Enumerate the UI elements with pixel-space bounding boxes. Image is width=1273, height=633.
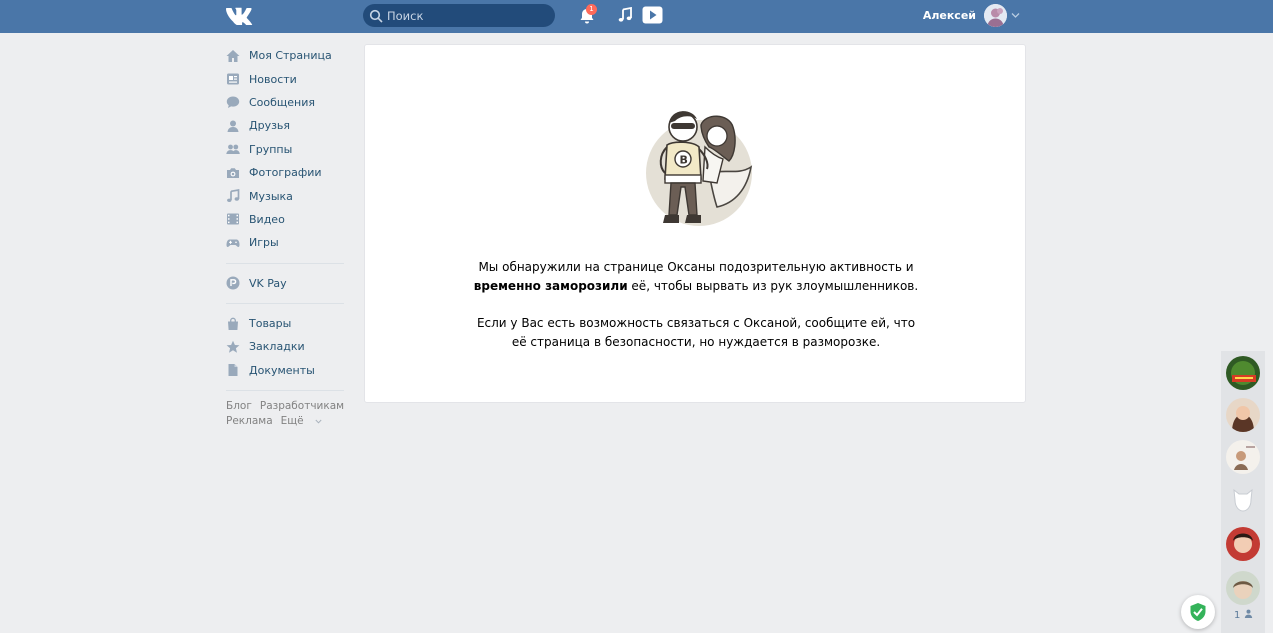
- left-sidebar: Моя Страница Новости Сообщения Друзья Гр…: [226, 44, 344, 429]
- document-icon: [228, 364, 238, 377]
- frozen-page-card: В Мы обнаружили на странице Оксаны подоз…: [364, 44, 1026, 403]
- sidebar-item-news[interactable]: Новости: [226, 67, 344, 90]
- friend-avatar[interactable]: [1226, 571, 1260, 605]
- online-count-value: 1: [1234, 610, 1241, 621]
- star-icon: [226, 340, 240, 353]
- svg-text:В: В: [680, 154, 688, 167]
- person-icon: [1244, 609, 1252, 618]
- play-icon[interactable]: [642, 6, 663, 24]
- music-icon[interactable]: [617, 7, 633, 23]
- groups-icon: [226, 144, 240, 155]
- sidebar-item-label: Товары: [249, 317, 292, 331]
- search-icon: [369, 9, 383, 23]
- friend-avatar[interactable]: [1226, 356, 1260, 390]
- online-friends-bar: 1: [1221, 351, 1265, 633]
- shield-check-icon: [1190, 603, 1206, 621]
- video-icon: [227, 213, 239, 225]
- footer-more-label: Ещё: [280, 415, 304, 428]
- sidebar-item-documents[interactable]: Документы: [226, 359, 344, 382]
- vk-logo-icon[interactable]: [225, 5, 255, 25]
- notification-badge: 1: [586, 4, 597, 15]
- sidebar-footer: Блог Разработчикам Реклама Ещё: [226, 399, 344, 429]
- home-icon: [226, 49, 240, 62]
- search-box[interactable]: [363, 4, 555, 27]
- sidebar-divider: [226, 262, 344, 264]
- footer-link-more[interactable]: Ещё: [281, 415, 322, 427]
- freeze-message-bold: временно заморозили: [473, 279, 628, 293]
- user-avatar[interactable]: [984, 4, 1007, 27]
- sidebar-item-label: Документы: [249, 363, 315, 377]
- camera-icon: [227, 167, 239, 178]
- music-icon: [227, 189, 240, 203]
- search-input[interactable]: [385, 4, 554, 27]
- security-shield-button[interactable]: [1181, 595, 1215, 629]
- sidebar-item-music[interactable]: Музыка: [226, 184, 344, 207]
- chevron-down-icon: [315, 419, 322, 424]
- friend-avatar[interactable]: [1226, 440, 1260, 474]
- sidebar-item-label: Новости: [249, 72, 297, 86]
- sidebar-item-vkpay[interactable]: VK Pay: [226, 272, 344, 295]
- sidebar-item-goods[interactable]: Товары: [226, 312, 344, 335]
- sidebar-item-photos[interactable]: Фотографии: [226, 161, 344, 184]
- sidebar-item-label: Игры: [249, 236, 279, 250]
- sidebar-item-bookmarks[interactable]: Закладки: [226, 335, 344, 358]
- friend-avatar[interactable]: [1226, 398, 1260, 432]
- user-name[interactable]: Алексей: [900, 9, 976, 22]
- sidebar-item-label: Закладки: [249, 340, 305, 354]
- sidebar-item-groups[interactable]: Группы: [226, 138, 344, 161]
- sidebar-item-label: Группы: [249, 142, 293, 156]
- top-header: 1 Алексей: [0, 0, 1273, 33]
- sidebar-item-my-page[interactable]: Моя Страница: [226, 44, 344, 67]
- footer-link-blog[interactable]: Блог: [226, 400, 252, 412]
- sidebar-item-label: Сообщения: [249, 95, 316, 109]
- sidebar-item-label: Фотографии: [249, 166, 322, 180]
- sidebar-item-messages[interactable]: Сообщения: [226, 91, 344, 114]
- freeze-message-part1: Мы обнаружили на странице Оксаны подозри…: [478, 260, 914, 274]
- gamepad-icon: [226, 239, 240, 247]
- chevron-down-icon[interactable]: [1011, 12, 1020, 19]
- superhero-couple-illustration: В: [646, 111, 753, 226]
- sidebar-item-video[interactable]: Видео: [226, 208, 344, 231]
- footer-link-ads[interactable]: Реклама: [226, 415, 273, 427]
- sidebar-item-friends[interactable]: Друзья: [226, 114, 344, 137]
- sidebar-item-label: Музыка: [249, 189, 293, 203]
- bag-icon: [228, 317, 238, 330]
- sidebar-item-label: VK Pay: [249, 276, 287, 290]
- messages-icon: [226, 96, 240, 109]
- freeze-message-part2: её, чтобы вырвать из рук злоумышленников…: [627, 279, 919, 293]
- freeze-message: Мы обнаружили на странице Оксаны подозри…: [460, 258, 932, 296]
- sidebar-divider: [226, 302, 344, 304]
- sidebar-divider: [226, 390, 344, 392]
- sidebar-item-label: Видео: [249, 212, 285, 226]
- contact-advice-message: Если у Вас есть возможность связаться с …: [476, 316, 916, 349]
- news-icon: [227, 73, 239, 85]
- sidebar-item-games[interactable]: Игры: [226, 231, 344, 254]
- footer-link-developers[interactable]: Разработчикам: [260, 400, 344, 412]
- sidebar-item-label: Моя Страница: [249, 49, 332, 63]
- sidebar-item-label: Друзья: [249, 119, 291, 133]
- online-count[interactable]: 1: [1234, 609, 1253, 621]
- friend-avatar[interactable]: [1226, 527, 1260, 561]
- vkpay-icon: [226, 276, 240, 290]
- friends-icon: [227, 120, 239, 132]
- friend-avatar[interactable]: [1226, 482, 1260, 516]
